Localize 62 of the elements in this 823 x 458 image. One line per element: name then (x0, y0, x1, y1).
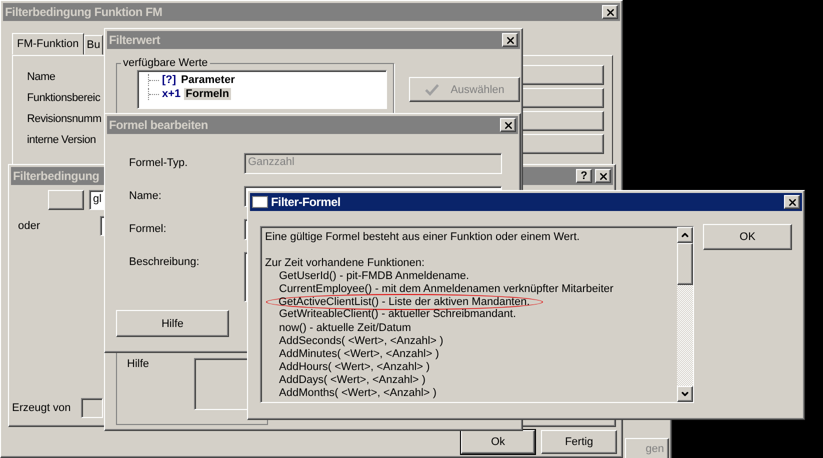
window-title: Filterbedingung Funktion FM (5, 5, 162, 19)
function-entry: AddHours( <Wert>, <Anzahl> ) (279, 360, 430, 374)
close-button[interactable] (602, 5, 618, 19)
tree-item[interactable]: Formeln (184, 88, 232, 100)
window-title: Filter-Formel (271, 195, 340, 209)
help-button[interactable]: Hilfe (116, 310, 229, 337)
field-label: Formel: (129, 222, 168, 235)
close-button[interactable] (500, 118, 516, 132)
close-icon (598, 170, 608, 182)
tab[interactable]: FM-Funktion (12, 33, 84, 55)
tree-view[interactable]: [?] Parameter x+1 Formeln (137, 70, 387, 109)
field-label: Revisionsnumm (27, 113, 102, 125)
created-by-field[interactable] (80, 398, 103, 418)
close-icon (502, 120, 514, 130)
or-label: oder (18, 220, 40, 232)
function-entry: AddMinutes( <Wert>, <Anzahl> ) (279, 348, 439, 361)
window-title: Formel bearbeiten (109, 118, 208, 132)
created-by-label: Erzeugt von (12, 402, 71, 414)
function-entry: CurrentEmployee() - mit dem Anmeldenamen verknüpfter Mitarbeiter (279, 283, 614, 296)
function-entry: GetWriteableClient() - aktueller Schreibmandant. (279, 308, 516, 322)
help-button[interactable]: ? (576, 169, 592, 183)
window-icon (252, 196, 268, 208)
field-label: Name (27, 71, 56, 83)
window-title: Filterbedingung (13, 169, 100, 183)
field-label: Funktionsbereic (27, 92, 102, 104)
window-title: Filterwert (109, 33, 160, 47)
dialog-button[interactable]: Ok (461, 430, 535, 454)
field-label: Beschreibung: (129, 255, 200, 268)
close-icon (786, 196, 798, 208)
tree-icon: [?] (162, 74, 176, 86)
dialog-button[interactable]: Fertig (541, 430, 617, 454)
function-entry: now() - aktuelle Zeit/Datum (279, 322, 412, 335)
field-label: Formel-Typ. (129, 156, 189, 169)
ok-button[interactable]: OK (703, 224, 792, 250)
close-button[interactable] (595, 169, 611, 183)
tree-icon: x+1 (162, 88, 181, 100)
field-label: interne Version (27, 134, 97, 146)
scroll-down-button[interactable] (677, 386, 693, 402)
function-entry: GetUserId() - pit-FMDB Anmeldename. (279, 270, 470, 284)
check-icon (424, 84, 439, 96)
operator-button[interactable] (48, 190, 84, 210)
group-label: verfügbare Werte (121, 57, 210, 69)
field-label: Name: (129, 189, 162, 202)
tab[interactable]: Bu (84, 35, 104, 55)
close-button[interactable] (502, 33, 518, 47)
intro-text: Eine gültige Formel besteht aus einer Funktion oder einem Wert. (265, 231, 580, 244)
scroll-thumb[interactable] (677, 243, 693, 285)
close-button[interactable] (784, 195, 800, 209)
functions-heading: Zur Zeit vorhandene Funktionen: (265, 257, 425, 270)
up-icon (680, 230, 690, 240)
scroll-up-button[interactable] (677, 227, 693, 243)
operator-field[interactable]: gl (89, 190, 104, 210)
function-entry: AddSeconds( <Wert>, <Anzahl> ) (279, 334, 444, 348)
close-icon (604, 6, 616, 18)
close-icon (504, 34, 516, 46)
function-entry: GetActiveClientList() - Liste der aktiven Mandanten. (266, 294, 543, 310)
scrollbar[interactable] (677, 227, 693, 402)
function-entry: AddMonths( <Wert>, <Anzahl> ) (279, 387, 437, 400)
tree-item[interactable]: Parameter (179, 74, 237, 86)
down-icon (680, 389, 690, 399)
function-entry: AddDays( <Wert>, <Anzahl> ) (279, 374, 426, 388)
help-label: Hilfe (127, 358, 150, 370)
